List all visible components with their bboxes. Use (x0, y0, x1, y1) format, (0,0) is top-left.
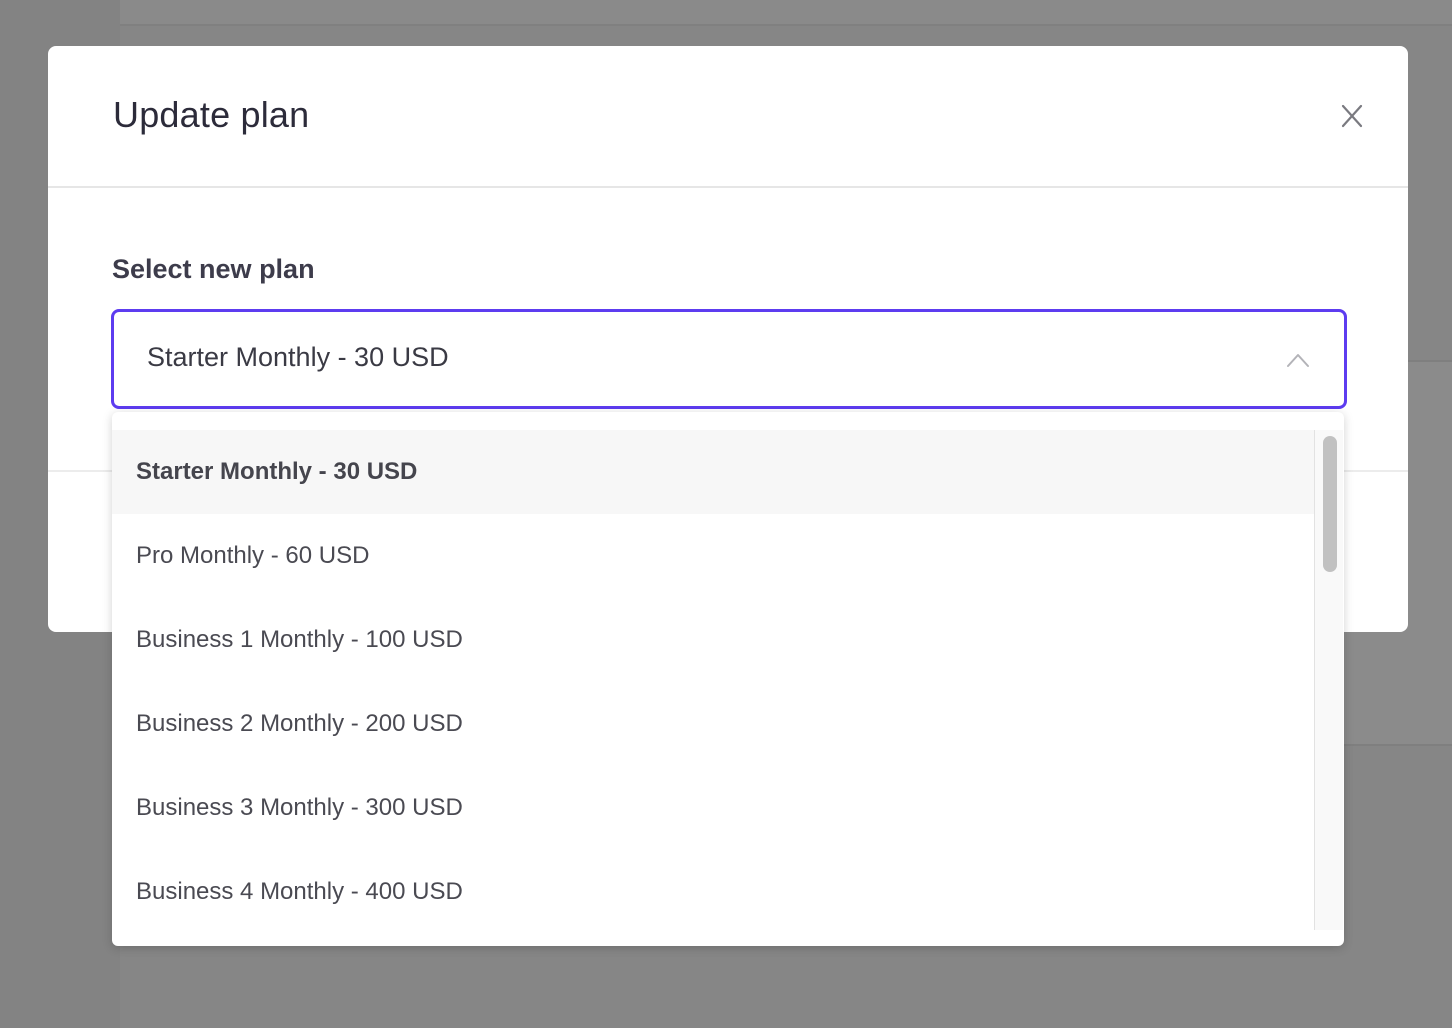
dropdown-scrollbar[interactable] (1314, 430, 1343, 930)
plan-option-business-3-monthly[interactable]: Business 3 Monthly - 300 USD (112, 766, 1314, 850)
plan-option-business-1-monthly[interactable]: Business 1 Monthly - 100 USD (112, 598, 1314, 682)
background-header (120, 0, 1452, 26)
close-button[interactable] (1328, 96, 1376, 136)
plan-select[interactable]: Starter Monthly - 30 USD (111, 309, 1347, 409)
select-plan-label: Select new plan (112, 254, 315, 284)
modal-title: Update plan (113, 94, 310, 135)
modal-header: Update plan (48, 46, 1408, 188)
plan-option-business-2-monthly[interactable]: Business 2 Monthly - 200 USD (112, 682, 1314, 766)
scrollbar-thumb[interactable] (1323, 436, 1337, 572)
plan-option-business-4-monthly[interactable]: Business 4 Monthly - 400 USD (112, 850, 1314, 934)
plan-options-list: Starter Monthly - 30 USD Pro Monthly - 6… (112, 430, 1314, 934)
plan-option-starter-monthly[interactable]: Starter Monthly - 30 USD (112, 430, 1314, 514)
plan-dropdown-menu: Starter Monthly - 30 USD Pro Monthly - 6… (112, 412, 1344, 946)
chevron-up-icon (1287, 354, 1309, 367)
close-icon (1341, 104, 1363, 128)
plan-select-value: Starter Monthly - 30 USD (147, 342, 449, 372)
plan-option-pro-monthly[interactable]: Pro Monthly - 60 USD (112, 514, 1314, 598)
